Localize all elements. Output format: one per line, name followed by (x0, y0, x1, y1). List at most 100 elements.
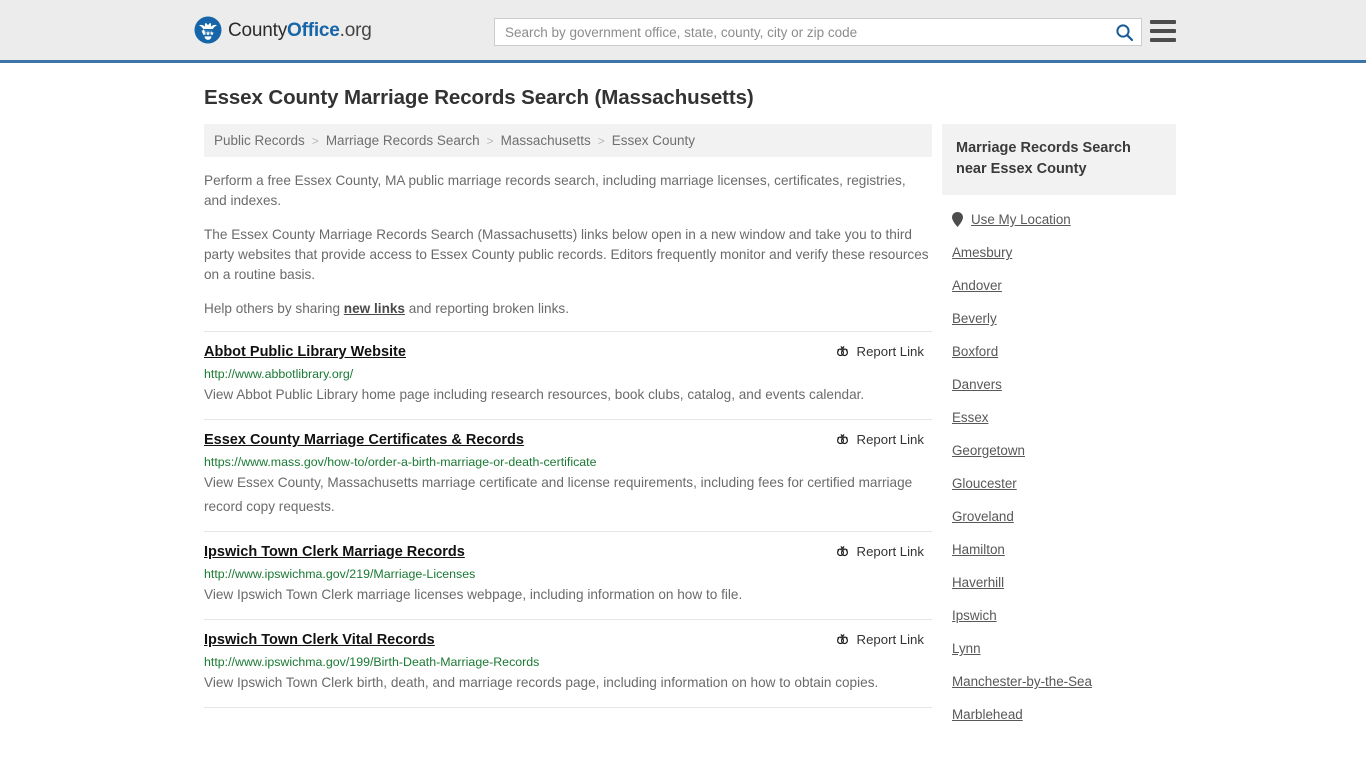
breadcrumb-item-massachusetts[interactable]: Massachusetts (501, 133, 591, 148)
sidebar-place-list: Use My Location Amesbury Andover Beverly… (942, 195, 1176, 731)
sidebar-link[interactable]: Manchester-by-the-Sea (952, 674, 1092, 689)
report-link-button[interactable]: Report Link (835, 432, 932, 447)
sidebar-link[interactable]: Gloucester (952, 476, 1017, 491)
result-item: Ipswich Town Clerk Vital Records Report … (204, 619, 932, 707)
site-logo[interactable]: CountyOffice.org (194, 16, 372, 44)
content-container: Essex County Marriage Records Search (Ma… (188, 86, 1178, 731)
sidebar-link[interactable]: Amesbury (952, 245, 1012, 260)
sidebar-item-gloucester[interactable]: Gloucester (942, 467, 1176, 500)
sidebar-item-lynn[interactable]: Lynn (942, 632, 1176, 665)
sidebar-link[interactable]: Groveland (952, 509, 1014, 524)
sidebar-link[interactable]: Haverhill (952, 575, 1004, 590)
sidebar-link[interactable]: Essex (952, 410, 988, 425)
sidebar-item-ipswich[interactable]: Ipswich (942, 599, 1176, 632)
use-my-location-link[interactable]: Use My Location (971, 212, 1071, 227)
sidebar-item-andover[interactable]: Andover (942, 269, 1176, 302)
result-description: View Ipswich Town Clerk marriage license… (204, 587, 743, 602)
sidebar-item-danvers[interactable]: Danvers (942, 368, 1176, 401)
result-description: View Essex County, Massachusetts marriag… (204, 475, 913, 514)
sidebar-item-groveland[interactable]: Groveland (942, 500, 1176, 533)
sidebar-item-manchester-by-the-sea[interactable]: Manchester-by-the-Sea (942, 665, 1176, 698)
result-header: Abbot Public Library Website Report Link (204, 343, 932, 361)
sidebar: Marriage Records Search near Essex Count… (942, 124, 1176, 731)
logo-text-office: Office (287, 19, 340, 41)
report-link-button[interactable]: Report Link (835, 544, 932, 559)
sidebar-item-use-my-location[interactable]: Use My Location (942, 203, 1176, 236)
intro-paragraph-3: Help others by sharing new links and rep… (204, 299, 932, 319)
intro-text-before: Help others by sharing (204, 301, 344, 316)
report-link-label: Report Link (856, 432, 924, 447)
result-description: View Abbot Public Library home page incl… (204, 387, 865, 402)
result-title-link[interactable]: Essex County Marriage Certificates & Rec… (204, 431, 524, 449)
result-url-link[interactable]: http://www.ipswichma.gov/219/Marriage-Li… (204, 566, 932, 582)
sidebar-item-hamilton[interactable]: Hamilton (942, 533, 1176, 566)
sidebar-link[interactable]: Marblehead (952, 707, 1023, 722)
sidebar-link[interactable]: Hamilton (952, 542, 1005, 557)
result-item: Abbot Public Library Website Report Link… (204, 331, 932, 419)
result-header: Ipswich Town Clerk Marriage Records Repo… (204, 543, 932, 561)
result-title-link[interactable]: Ipswich Town Clerk Marriage Records (204, 543, 465, 561)
search-bar[interactable] (494, 18, 1142, 46)
report-link-label: Report Link (856, 344, 924, 359)
sidebar-link[interactable]: Boxford (952, 344, 998, 359)
logo-text: CountyOffice.org (228, 21, 372, 40)
intro-section: Perform a free Essex County, MA public m… (204, 157, 932, 319)
intro-paragraph-2: The Essex County Marriage Records Search… (204, 227, 929, 282)
report-link-button[interactable]: Report Link (835, 344, 932, 359)
result-header: Essex County Marriage Certificates & Rec… (204, 431, 932, 449)
result-header: Ipswich Town Clerk Vital Records Report … (204, 631, 932, 649)
broken-link-icon (836, 346, 848, 357)
page-title: Essex County Marriage Records Search (Ma… (204, 86, 754, 109)
hamburger-bar (1150, 38, 1176, 42)
breadcrumb-separator: > (311, 133, 319, 148)
search-input[interactable] (495, 19, 1107, 45)
breadcrumb-separator: > (486, 133, 494, 148)
result-url-link[interactable]: https://www.mass.gov/how-to/order-a-birt… (204, 454, 932, 470)
report-link-label: Report Link (856, 544, 924, 559)
results-bottom-divider (204, 707, 932, 708)
breadcrumb-item-essex-county[interactable]: Essex County (612, 133, 695, 148)
result-url-link[interactable]: http://www.ipswichma.gov/199/Birth-Death… (204, 654, 932, 670)
search-icon (1115, 23, 1133, 41)
result-description: View Ipswich Town Clerk birth, death, an… (204, 675, 879, 690)
intro-paragraph-1: Perform a free Essex County, MA public m… (204, 173, 906, 208)
sidebar-link[interactable]: Lynn (952, 641, 981, 656)
result-url-link[interactable]: http://www.abbotlibrary.org/ (204, 366, 932, 382)
main-column: Public Records > Marriage Records Search… (204, 124, 932, 708)
breadcrumb-separator: > (597, 133, 605, 148)
sidebar-link[interactable]: Andover (952, 278, 1002, 293)
result-title-link[interactable]: Abbot Public Library Website (204, 343, 406, 361)
sidebar-item-essex[interactable]: Essex (942, 401, 1176, 434)
page-body: Essex County Marriage Records Search (Ma… (0, 63, 1366, 731)
sidebar-link[interactable]: Ipswich (952, 608, 997, 623)
sidebar-link[interactable]: Georgetown (952, 443, 1025, 458)
breadcrumb: Public Records > Marriage Records Search… (204, 124, 932, 157)
sidebar-item-georgetown[interactable]: Georgetown (942, 434, 1176, 467)
sidebar-item-boxford[interactable]: Boxford (942, 335, 1176, 368)
breadcrumb-item-public-records[interactable]: Public Records (214, 133, 305, 148)
logo-text-county: County (228, 19, 288, 41)
eagle-seal-icon (194, 16, 222, 44)
broken-link-icon (836, 634, 848, 645)
site-header: CountyOffice.org (0, 0, 1366, 63)
hamburger-menu-icon[interactable] (1150, 20, 1176, 42)
content-columns: Public Records > Marriage Records Search… (188, 124, 1178, 731)
search-button[interactable] (1107, 19, 1141, 45)
sidebar-title: Marriage Records Search near Essex Count… (942, 124, 1176, 195)
sidebar-item-marblehead[interactable]: Marblehead (942, 698, 1176, 731)
broken-link-icon (836, 434, 848, 445)
sidebar-item-beverly[interactable]: Beverly (942, 302, 1176, 335)
sidebar-item-amesbury[interactable]: Amesbury (942, 236, 1176, 269)
sidebar-link[interactable]: Beverly (952, 311, 997, 326)
logo-text-org: .org (339, 19, 372, 41)
breadcrumb-item-marriage-records-search[interactable]: Marriage Records Search (326, 133, 480, 148)
report-link-button[interactable]: Report Link (835, 632, 932, 647)
report-link-label: Report Link (856, 632, 924, 647)
result-item: Ipswich Town Clerk Marriage Records Repo… (204, 531, 932, 619)
new-links-link[interactable]: new links (344, 301, 405, 316)
intro-text-after: and reporting broken links. (405, 301, 569, 316)
sidebar-item-haverhill[interactable]: Haverhill (942, 566, 1176, 599)
result-title-link[interactable]: Ipswich Town Clerk Vital Records (204, 631, 435, 649)
broken-link-icon (836, 546, 848, 557)
sidebar-link[interactable]: Danvers (952, 377, 1002, 392)
